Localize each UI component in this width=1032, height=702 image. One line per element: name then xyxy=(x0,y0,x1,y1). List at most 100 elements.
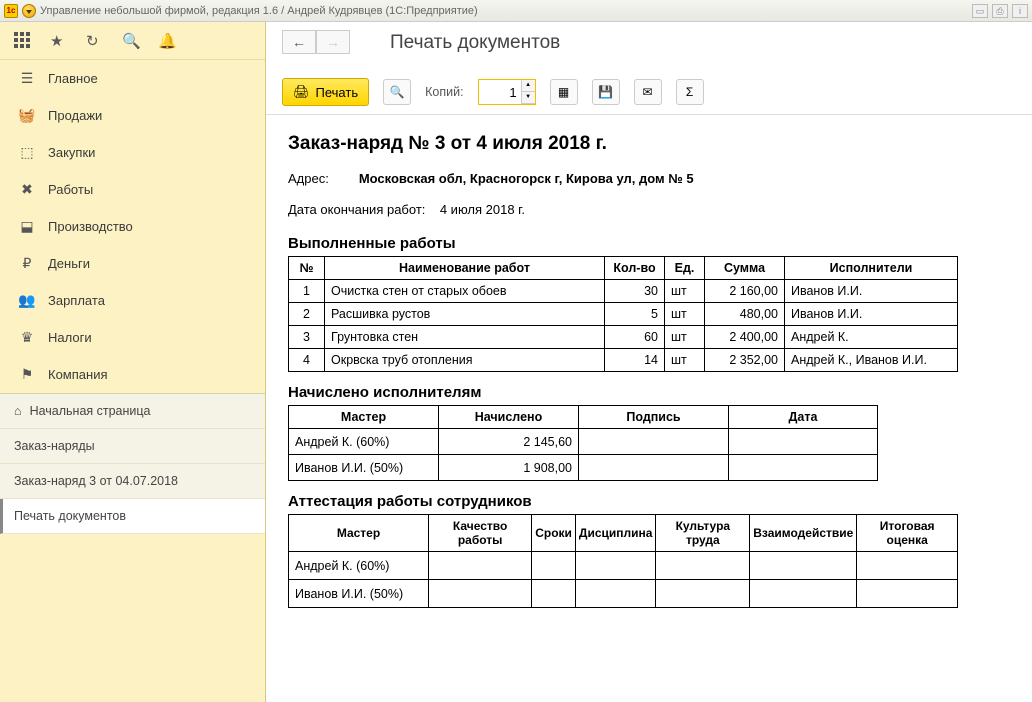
col-unit: Ед. xyxy=(665,257,705,280)
copies-label: Копий: xyxy=(425,85,463,99)
toolbar: 🖨 Печать 🔍 Копий: ▲▼ ▦ 💾 ✉ Σ xyxy=(266,68,1032,115)
window-button[interactable]: ⎙ xyxy=(992,4,1008,18)
nav-works[interactable]: ✖ Работы xyxy=(0,171,265,208)
col-name: Наименование работ xyxy=(325,257,605,280)
table-row: 3Грунтовка стен60шт2 400,00Андрей К. xyxy=(289,326,958,349)
table-row: 4Окрвска труб отопления14шт2 352,00Андре… xyxy=(289,349,958,372)
col-qty: Кол-во xyxy=(605,257,665,280)
sub-label: Заказ-наряд 3 от 04.07.2018 xyxy=(14,474,178,488)
col-n: № xyxy=(289,257,325,280)
col-sign: Подпись xyxy=(579,406,729,429)
barcode-icon: ⬚ xyxy=(18,144,36,161)
attest-heading: Аттестация работы сотрудников xyxy=(288,493,1010,510)
window-button[interactable]: i xyxy=(1012,4,1028,18)
breadcrumb-nav: ⌂Начальная страница Заказ-наряды Заказ-н… xyxy=(0,393,265,534)
nav-label: Работы xyxy=(48,182,93,197)
accrued-heading: Начислено исполнителям xyxy=(288,384,1010,401)
app-menu-dropdown[interactable] xyxy=(22,4,36,18)
nav-salary[interactable]: 👥 Зарплата xyxy=(0,282,265,319)
mail-button[interactable]: ✉ xyxy=(634,79,662,105)
title-bar: 1c Управление небольшой фирмой, редакция… xyxy=(0,0,1032,22)
nav-production[interactable]: ⬓ Производство xyxy=(0,208,265,245)
table-row: Иванов И.И. (50%)1 908,00 xyxy=(289,455,878,481)
bell-icon[interactable]: 🔔 xyxy=(158,32,176,50)
nav-label: Производство xyxy=(48,219,133,234)
sub-label: Начальная страница xyxy=(30,404,151,418)
star-icon[interactable]: ★ xyxy=(50,32,68,50)
sub-label: Заказ-наряды xyxy=(14,439,95,453)
ruble-icon: ₽ xyxy=(18,255,36,272)
col-master: Мастер xyxy=(289,406,439,429)
search-icon[interactable]: 🔍 xyxy=(122,32,140,50)
address-value: Московская обл, Красногорск г, Кирова ул… xyxy=(359,171,694,186)
nav-taxes[interactable]: ♛Налоги xyxy=(0,319,265,356)
nav-label: Главное xyxy=(48,71,98,86)
col-quality: Качество работы xyxy=(429,515,532,552)
app-logo-icon: 1c xyxy=(4,4,18,18)
nav-label: Зарплата xyxy=(48,293,105,308)
print-button[interactable]: 🖨 Печать xyxy=(282,78,369,106)
spin-down[interactable]: ▼ xyxy=(521,92,535,104)
nav-purchases[interactable]: ⬚ Закупки xyxy=(0,134,265,171)
nav-label: Продажи xyxy=(48,108,102,123)
col-date: Дата xyxy=(729,406,878,429)
main-nav: ☰ Главное 🧺 Продажи ⬚ Закупки ✖ Работы ⬓ Прои… xyxy=(0,60,265,393)
col-interact: Взаимодействие xyxy=(750,515,857,552)
works-table: № Наименование работ Кол-во Ед. Сумма Ис… xyxy=(288,256,958,372)
nav-money[interactable]: ₽Деньги xyxy=(0,245,265,282)
col-terms: Сроки xyxy=(532,515,576,552)
window-title: Управление небольшой фирмой, редакция 1.… xyxy=(40,5,478,17)
people-icon: 👥 xyxy=(18,292,36,309)
enddate-label: Дата окончания работ: xyxy=(288,202,425,217)
nav-label: Компания xyxy=(48,367,108,382)
works-heading: Выполненные работы xyxy=(288,235,1010,252)
print-label: Печать xyxy=(316,85,359,100)
emblem-icon: ♛ xyxy=(18,329,36,346)
col-discipline: Дисциплина xyxy=(575,515,656,552)
forward-button[interactable]: → xyxy=(316,30,350,54)
document-preview: Заказ-наряд № 3 от 4 июля 2018 г. Адрес:… xyxy=(266,115,1032,702)
tools-icon: ✖ xyxy=(18,181,36,198)
address-label: Адрес: xyxy=(288,171,329,186)
window-button[interactable]: ▭ xyxy=(972,4,988,18)
table-row: Андрей К. (60%)2 145,60 xyxy=(289,429,878,455)
col-amount: Начислено xyxy=(439,406,579,429)
table-row: Иванов И.И. (50%) xyxy=(289,580,958,608)
table-button[interactable]: ▦ xyxy=(550,79,578,105)
col-master: Мастер xyxy=(289,515,429,552)
nav-sales[interactable]: 🧺 Продажи xyxy=(0,97,265,134)
sub-home[interactable]: ⌂Начальная страница xyxy=(0,394,265,429)
table-row: Андрей К. (60%) xyxy=(289,552,958,580)
save-button[interactable]: 💾 xyxy=(592,79,620,105)
back-button[interactable]: ← xyxy=(282,30,316,54)
page-title: Печать документов xyxy=(282,30,1016,54)
sub-order-3[interactable]: Заказ-наряд 3 от 04.07.2018 xyxy=(0,464,265,499)
sidebar: ★ ↻ 🔍 🔔 ☰ Главное 🧺 Продажи ⬚ Закупки ✖ Рабо… xyxy=(0,22,266,702)
spin-up[interactable]: ▲ xyxy=(521,80,535,92)
table-row: 2Расшивка рустов5шт480,00Иванов И.И. xyxy=(289,303,958,326)
nav-company[interactable]: ⚑ Компания xyxy=(0,356,265,393)
printer-icon: 🖨 xyxy=(293,84,310,100)
attest-table: Мастер Качество работы Сроки Дисциплина … xyxy=(288,514,958,608)
copies-input[interactable] xyxy=(479,80,521,104)
sum-button[interactable]: Σ xyxy=(676,79,704,105)
nav-label: Закупки xyxy=(48,145,95,160)
sub-print-docs[interactable]: Печать документов xyxy=(0,499,265,534)
enddate-value: 4 июля 2018 г. xyxy=(440,202,525,217)
col-sum: Сумма xyxy=(705,257,785,280)
menu-icon: ☰ xyxy=(18,70,36,87)
cart-icon: 🧺 xyxy=(18,107,36,124)
nav-main[interactable]: ☰ Главное xyxy=(0,60,265,97)
preview-button[interactable]: 🔍 xyxy=(383,79,411,105)
apps-icon[interactable] xyxy=(14,32,32,50)
doc-title: Заказ-наряд № 3 от 4 июля 2018 г. xyxy=(288,133,1010,155)
history-icon[interactable]: ↻ xyxy=(86,32,104,50)
col-total: Итоговая оценка xyxy=(857,515,958,552)
col-culture: Культура труда xyxy=(656,515,750,552)
copies-spinner[interactable]: ▲▼ xyxy=(478,79,536,105)
flag-icon: ⚑ xyxy=(18,366,36,383)
factory-icon: ⬓ xyxy=(18,218,36,235)
sub-label: Печать документов xyxy=(14,509,126,523)
sub-orders[interactable]: Заказ-наряды xyxy=(0,429,265,464)
table-row: 1Очистка стен от старых обоев30шт2 160,0… xyxy=(289,280,958,303)
